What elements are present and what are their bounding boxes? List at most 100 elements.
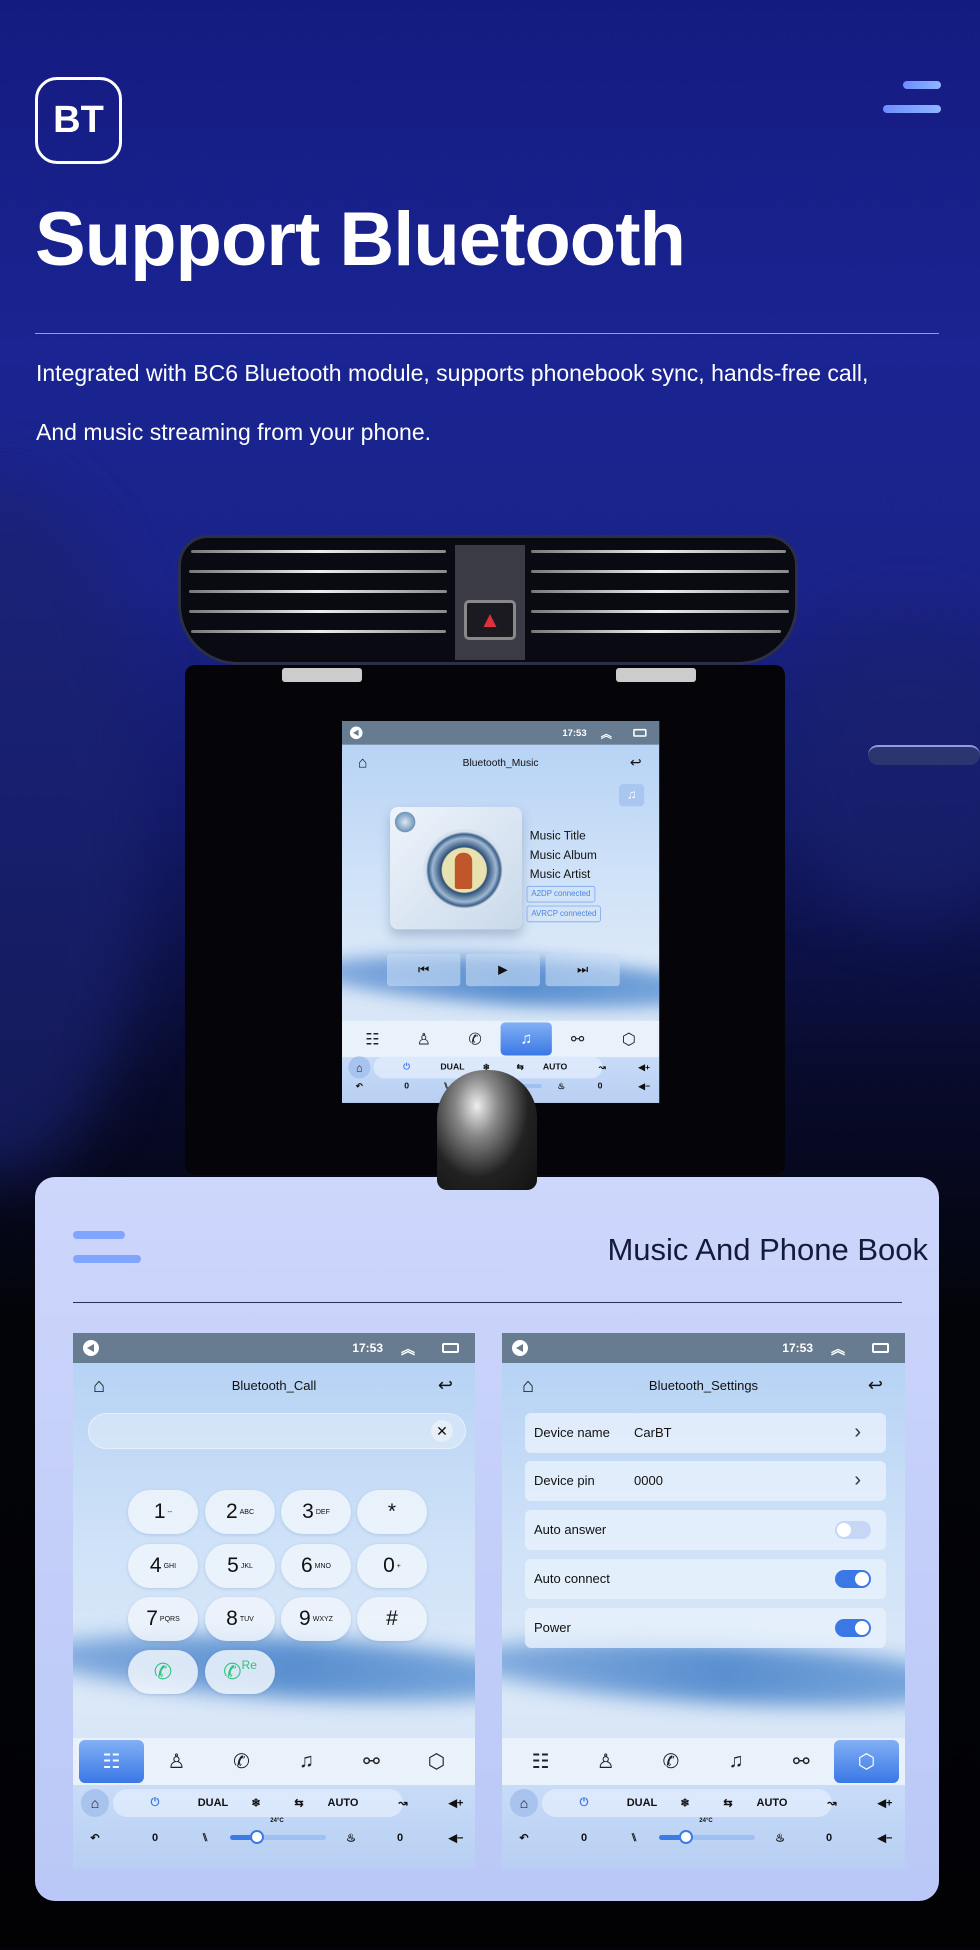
tab-link[interactable]: ⚯ xyxy=(552,1022,603,1055)
dual-button[interactable]: DUAL xyxy=(440,1062,464,1071)
fan-speed-slider[interactable] xyxy=(659,1829,755,1844)
window-icon[interactable] xyxy=(872,1343,889,1353)
seat-heat-icon[interactable]: ♨ xyxy=(346,1831,356,1844)
toggle-switch[interactable] xyxy=(835,1570,871,1588)
tab-contacts[interactable]: ♙ xyxy=(398,1022,449,1055)
key-4[interactable]: 4 GHI xyxy=(128,1544,198,1588)
tab-music[interactable]: ♫ xyxy=(500,1022,552,1056)
home-icon[interactable]: ⌂ xyxy=(510,1789,538,1818)
double-chevron-up-icon[interactable]: ︽ xyxy=(401,1339,415,1359)
key-3[interactable]: 3 DEF xyxy=(281,1490,351,1534)
setting-device-pin[interactable]: Device pin 0000 › xyxy=(525,1461,886,1501)
tab-settings[interactable]: ⬡ xyxy=(603,1022,654,1055)
setting-auto-connect[interactable]: Auto connect xyxy=(525,1559,886,1599)
home-icon[interactable]: ⌂ xyxy=(81,1789,109,1818)
music-source-button[interactable]: ♫ xyxy=(618,784,645,807)
airflow-icon[interactable]: ↝ xyxy=(398,1797,407,1810)
double-chevron-up-icon[interactable]: ︽ xyxy=(831,1339,845,1359)
recirculation-icon[interactable]: ⇆ xyxy=(517,1062,524,1072)
toggle-switch[interactable] xyxy=(835,1619,871,1637)
volume-icon[interactable] xyxy=(83,1340,99,1356)
seat-heat-icon[interactable]: ♨ xyxy=(775,1831,785,1844)
volume-up-icon[interactable]: ◀+ xyxy=(638,1062,650,1072)
setting-auto-answer[interactable]: Auto answer xyxy=(525,1510,886,1550)
power-icon[interactable]: ⏻ xyxy=(151,1797,160,1810)
play-button[interactable]: ▶ xyxy=(465,953,541,987)
tab-music[interactable]: ♫ xyxy=(704,1740,769,1783)
snowflake-icon[interactable]: ❄ xyxy=(680,1797,689,1810)
tab-call-log[interactable]: ✆ xyxy=(638,1740,703,1783)
dual-button[interactable]: DUAL xyxy=(627,1797,658,1809)
toggle-switch[interactable] xyxy=(835,1521,871,1539)
window-icon[interactable] xyxy=(442,1343,459,1353)
tab-call-log[interactable]: ✆ xyxy=(449,1022,500,1055)
tab-music[interactable]: ♫ xyxy=(274,1740,339,1783)
music-artist: Music Artist xyxy=(529,867,591,882)
volume-down-icon[interactable]: ◀− xyxy=(638,1081,650,1091)
home-icon[interactable]: ⌂ xyxy=(358,754,368,772)
key-8[interactable]: 8 TUV xyxy=(205,1597,275,1641)
tab-link[interactable]: ⚯ xyxy=(339,1740,404,1783)
phone-number-input[interactable] xyxy=(88,1413,466,1449)
call-button[interactable]: ✆ xyxy=(128,1650,198,1694)
setting-power[interactable]: Power xyxy=(525,1608,886,1648)
key-5[interactable]: 5 JKL xyxy=(205,1544,275,1588)
back-arrow-icon[interactable]: ↶ xyxy=(356,1081,363,1091)
previous-button[interactable]: ⏮ xyxy=(386,953,461,987)
recirculation-icon[interactable]: ⇆ xyxy=(723,1797,732,1810)
window-icon[interactable] xyxy=(633,728,647,737)
recirculation-icon[interactable]: ⇆ xyxy=(294,1797,303,1810)
power-icon[interactable]: ⏻ xyxy=(403,1062,410,1072)
next-button[interactable]: ⏭ xyxy=(545,953,620,987)
redial-button[interactable]: ✆ Re xyxy=(205,1650,275,1694)
home-icon[interactable]: ⌂ xyxy=(93,1375,105,1398)
key-6[interactable]: 6 MNO xyxy=(281,1544,351,1588)
seat-icon[interactable]: ⑊ xyxy=(631,1832,638,1844)
right-seat-value: 0 xyxy=(825,1831,833,1844)
fan-speed-slider[interactable] xyxy=(230,1829,326,1844)
tab-call-log[interactable]: ✆ xyxy=(209,1740,274,1783)
key-0[interactable]: 0 + xyxy=(357,1544,427,1588)
volume-down-icon[interactable]: ◀− xyxy=(878,1831,893,1844)
seat-heat-icon[interactable]: ♨ xyxy=(557,1081,565,1091)
home-icon[interactable]: ⌂ xyxy=(522,1375,534,1398)
tab-settings[interactable]: ⬡ xyxy=(404,1740,469,1783)
key-hash[interactable]: # xyxy=(357,1597,427,1641)
clear-input-button[interactable]: ✕ xyxy=(431,1420,453,1442)
back-icon[interactable]: ↩ xyxy=(438,1375,453,1396)
tab-keypad[interactable]: ☷ xyxy=(508,1740,573,1783)
tab-settings[interactable]: ⬡ xyxy=(833,1740,900,1783)
dual-button[interactable]: DUAL xyxy=(198,1797,229,1809)
tab-contacts[interactable]: ♙ xyxy=(573,1740,638,1783)
volume-down-icon[interactable]: ◀− xyxy=(449,1831,464,1844)
home-icon[interactable]: ⌂ xyxy=(348,1056,371,1079)
back-arrow-icon[interactable]: ↶ xyxy=(90,1831,99,1844)
key-star[interactable]: * xyxy=(357,1490,427,1534)
chevron-right-icon: › xyxy=(854,1421,861,1443)
airflow-icon[interactable]: ↝ xyxy=(827,1797,836,1810)
tab-contacts[interactable]: ♙ xyxy=(144,1740,209,1783)
volume-up-icon[interactable]: ◀+ xyxy=(449,1797,464,1810)
key-9[interactable]: 9 WXYZ xyxy=(281,1597,351,1641)
tab-keypad[interactable]: ☷ xyxy=(347,1022,398,1055)
back-icon[interactable]: ↩ xyxy=(868,1375,883,1396)
back-arrow-icon[interactable]: ↶ xyxy=(519,1831,528,1844)
power-icon[interactable]: ⏻ xyxy=(580,1797,589,1810)
volume-icon[interactable] xyxy=(512,1340,528,1356)
airflow-icon[interactable]: ↝ xyxy=(599,1062,606,1072)
auto-button[interactable]: AUTO xyxy=(328,1797,359,1809)
double-chevron-up-icon[interactable]: ︽ xyxy=(601,726,612,742)
volume-icon[interactable] xyxy=(349,726,363,740)
snowflake-icon[interactable]: ❄ xyxy=(251,1797,260,1810)
tab-link[interactable]: ⚯ xyxy=(769,1740,834,1783)
volume-up-icon[interactable]: ◀+ xyxy=(878,1797,893,1810)
key-2[interactable]: 2 ABC xyxy=(205,1490,275,1534)
setting-device-name[interactable]: Device name CarBT › xyxy=(525,1413,886,1453)
auto-button[interactable]: AUTO xyxy=(757,1797,788,1809)
back-icon[interactable]: ↩ xyxy=(630,754,642,771)
key-7[interactable]: 7 PQRS xyxy=(128,1597,198,1641)
tab-keypad[interactable]: ☷ xyxy=(79,1740,144,1783)
auto-button[interactable]: AUTO xyxy=(543,1062,567,1071)
seat-icon[interactable]: ⑊ xyxy=(202,1832,209,1844)
key-1[interactable]: 1 -- xyxy=(128,1490,198,1534)
